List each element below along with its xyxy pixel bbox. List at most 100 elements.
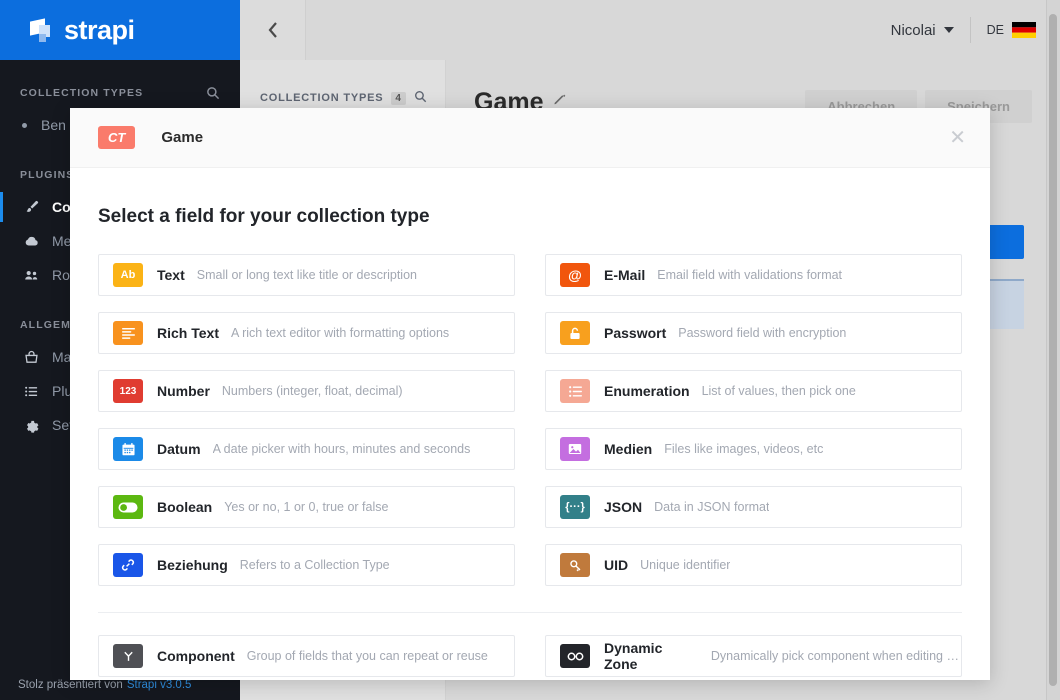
strapi-version-link[interactable]: Strapi v3.0.5 [127,679,192,691]
shop-basket-icon [22,350,40,365]
text-ab-icon: Ab [113,263,143,287]
field-card-number[interactable]: 123 Number Numbers (integer, float, deci… [98,370,515,412]
advanced-field-grid: Component Group of fields that you can r… [98,635,962,677]
field-description: Numbers (integer, float, decimal) [221,384,403,398]
brush-icon [22,200,40,215]
sidebar-collapse-button[interactable] [240,0,306,60]
sidebar-item-label: Ben [41,117,66,133]
field-card-dynamic-zone[interactable]: Dynamic Zone Dynamically pick component … [545,635,962,677]
field-name: Enumeration [604,383,690,399]
toggle-icon [113,495,143,519]
sidebar-section-label: ALLGEM [20,319,71,331]
field-description: A date picker with hours, minutes and se… [212,442,471,456]
number-123-icon: 123 [113,379,143,403]
field-description: Data in JSON format [654,500,770,514]
subnav-label: COLLECTION TYPES [260,92,384,104]
field-description: Files like images, videos, etc [664,442,824,456]
app-root: strapi COLLECTION TYPES Ben PLUGINS Con [0,0,1060,700]
json-braces-icon: {···} [560,495,590,519]
language-switcher[interactable]: DE [987,22,1036,38]
field-description: Group of fields that you can repeat or r… [246,649,488,663]
field-description: Yes or no, 1 or 0, true or false [224,500,389,514]
chevron-left-icon [268,22,277,38]
field-name: Medien [604,441,653,457]
field-name: Boolean [157,499,213,515]
user-menu[interactable]: Nicolai [891,22,954,39]
topbar-divider [969,17,971,43]
field-description: List of values, then pick one [701,384,856,398]
user-name: Nicolai [890,21,936,39]
field-name: E-Mail [604,267,646,283]
field-description: Password field with encryption [678,326,847,340]
scrollbar-thumb[interactable] [1049,14,1057,686]
media-image-icon [560,437,590,461]
field-card-component[interactable]: Component Group of fields that you can r… [98,635,515,677]
sidebar-section-label: PLUGINS [20,169,75,181]
field-card-media[interactable]: Medien Files like images, videos, etc [545,428,962,470]
lock-icon [560,321,590,345]
field-description: Refers to a Collection Type [239,558,390,572]
close-icon[interactable]: ✕ [949,128,966,148]
field-type-grid: Ab Text Small or long text like title or… [98,254,962,586]
bullet-dot-icon [22,122,27,128]
rich-text-icon [113,321,143,345]
collection-type-badge: CT [98,126,136,149]
brand-name: strapi [64,14,135,45]
field-name: Text [157,267,185,283]
brand-header[interactable]: strapi [0,0,240,60]
relation-link-icon [113,553,143,577]
field-name: Passwort [604,325,667,341]
search-icon[interactable] [414,90,427,106]
users-icon [22,268,40,283]
field-card-rich-text[interactable]: Rich Text A rich text editor with format… [98,312,515,354]
sidebar-section-label: COLLECTION TYPES [20,87,144,99]
gear-icon [22,418,40,433]
modal-header: CT Game ✕ [70,108,990,168]
field-card-email[interactable]: @ E-Mail Email field with validations fo… [545,254,962,296]
topbar: Nicolai DE [306,0,1054,60]
section-divider [98,612,962,613]
enumeration-list-icon [560,379,590,403]
german-flag-icon [1012,22,1036,38]
calendar-icon [113,437,143,461]
field-card-date[interactable]: Datum A date picker with hours, minutes … [98,428,515,470]
subnav-count-badge: 4 [391,91,406,105]
field-name: JSON [604,499,643,515]
modal-header-title: Game [161,129,204,146]
subnav-header: COLLECTION TYPES 4 [240,60,445,106]
field-card-enumeration[interactable]: Enumeration List of values, then pick on… [545,370,962,412]
uid-key-icon [560,553,590,577]
field-card-text[interactable]: Ab Text Small or long text like title or… [98,254,515,296]
field-description: Unique identifier [640,558,731,572]
modal-body: Select a field for your collection type … [70,168,990,677]
field-name: Dynamic Zone [604,640,663,672]
modal-heading: Select a field for your collection type [98,206,430,227]
field-card-json[interactable]: {···} JSON Data in JSON format [545,486,962,528]
dynamic-zone-infinity-icon [560,644,590,668]
select-field-modal: CT Game ✕ Select a field for your collec… [70,108,990,680]
field-name: Component [157,648,235,664]
list-icon [22,384,40,399]
page-scrollbar[interactable] [1046,0,1060,700]
field-card-relation[interactable]: Beziehung Refers to a Collection Type [98,544,515,586]
language-code: DE [986,23,1004,37]
cloud-upload-icon [22,234,40,249]
field-card-boolean[interactable]: Boolean Yes or no, 1 or 0, true or false [98,486,515,528]
field-description: Email field with validations format [657,268,843,282]
field-name: UID [604,557,629,573]
sidebar-section-collection-types: COLLECTION TYPES [0,78,240,108]
field-name: Beziehung [157,557,228,573]
field-description: A rich text editor with formatting optio… [230,326,450,340]
field-name: Number [157,383,210,399]
email-at-icon: @ [560,263,590,287]
field-card-uid[interactable]: UID Unique identifier [545,544,962,586]
field-card-password[interactable]: Passwort Password field with encryption [545,312,962,354]
field-description: Small or long text like title or descrip… [196,268,417,282]
chevron-down-icon [943,27,954,33]
field-name: Datum [157,441,201,457]
strapi-logo-icon [28,17,54,43]
footer-credit-text: Stolz präsentiert von [18,679,123,691]
field-description: Dynamically pick component when editing … [710,649,961,663]
field-name: Rich Text [157,325,219,341]
search-icon[interactable] [206,86,220,100]
